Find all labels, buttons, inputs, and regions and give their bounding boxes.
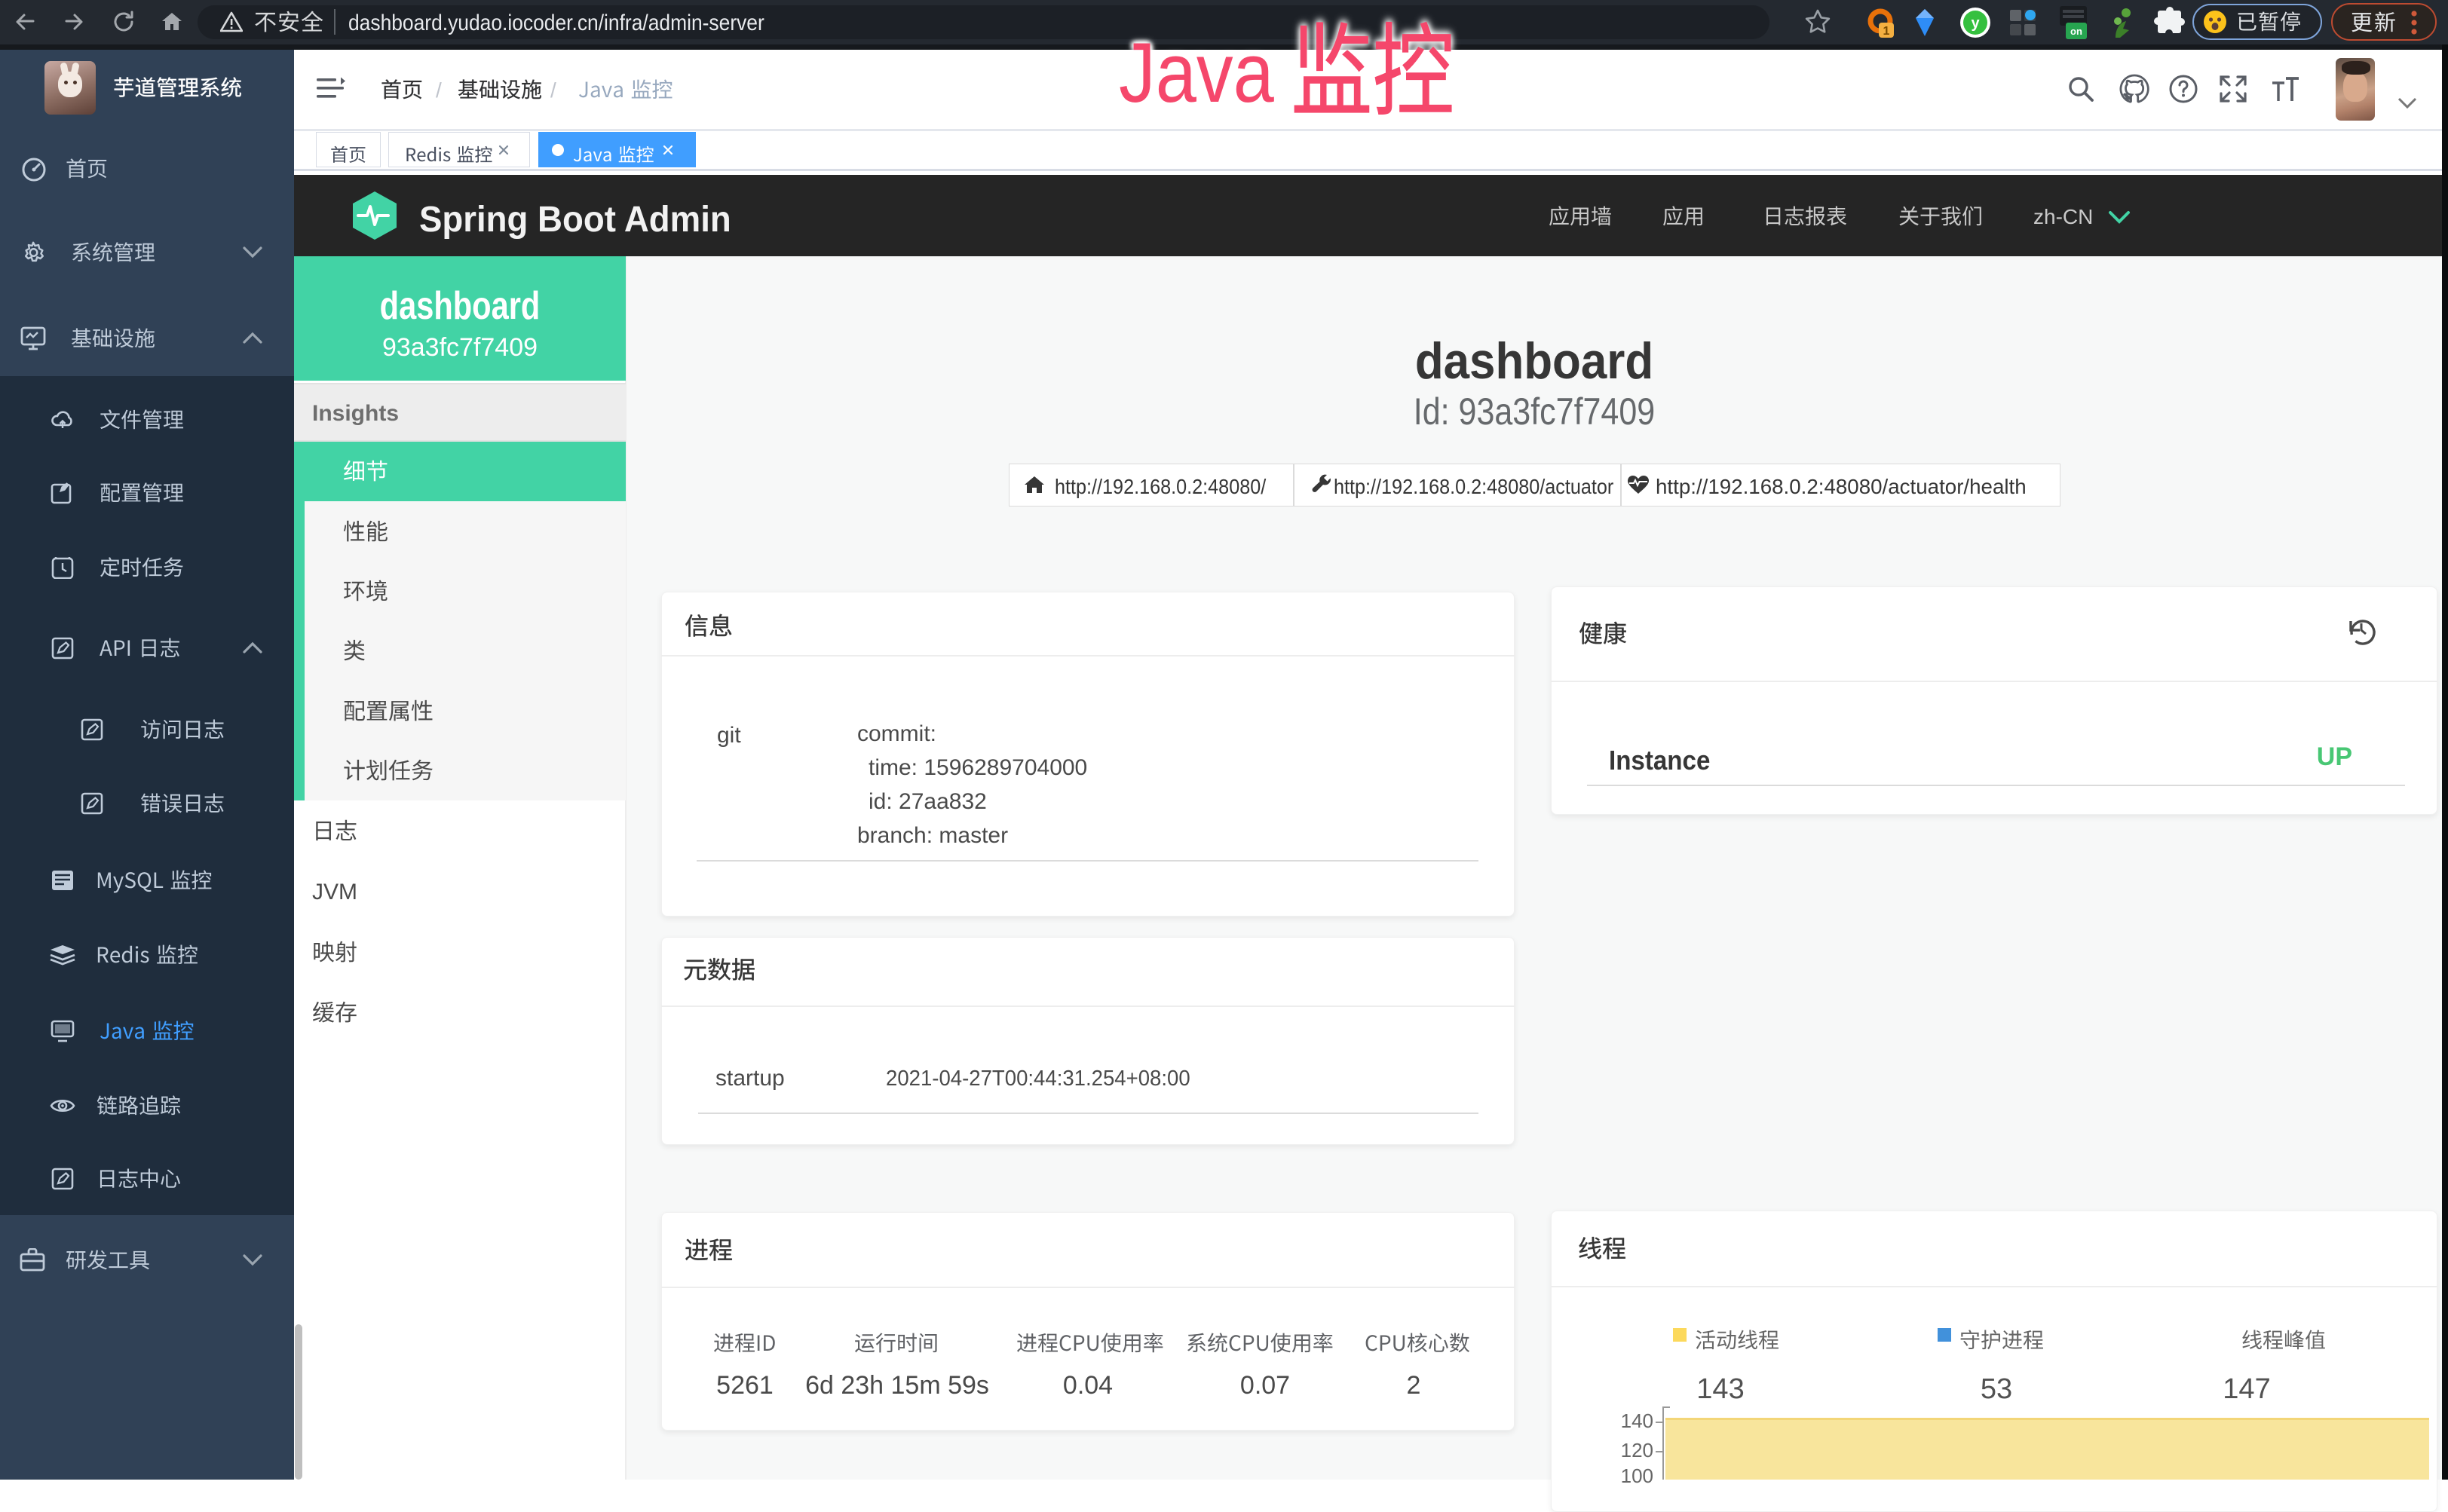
svg-text:1: 1 bbox=[1883, 25, 1890, 38]
svg-text:y: y bbox=[1971, 15, 1980, 32]
svg-text:on: on bbox=[2070, 26, 2082, 37]
